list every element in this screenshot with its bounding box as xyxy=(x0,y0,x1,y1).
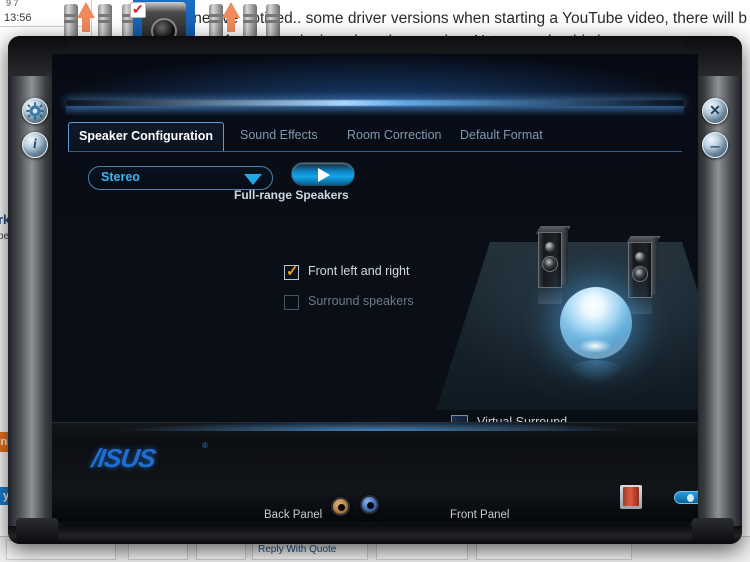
speaker-front-left-icon xyxy=(535,226,571,304)
tab-bar: Speaker Configuration Sound Effects Room… xyxy=(68,122,682,152)
orange-arrow-1 xyxy=(77,2,95,18)
asus-logo-registered: ® xyxy=(202,441,208,450)
background-top-number: 9 7 xyxy=(6,0,19,8)
tab-default-format-label: Default Format xyxy=(460,128,543,142)
play-icon xyxy=(318,168,330,182)
io-panel: /ISUS ® Back Panel Front Panel ANALOG DI… xyxy=(52,421,698,522)
settings-button[interactable] xyxy=(22,98,48,124)
tab-room-correction[interactable]: Room Correction xyxy=(337,122,451,151)
checkbox-front-box: ✓ xyxy=(284,263,299,280)
back-panel-label: Back Panel xyxy=(264,509,323,521)
speaker-room-preview xyxy=(392,184,698,414)
asus-logo: /ISUS xyxy=(89,443,158,473)
info-icon: i xyxy=(33,137,37,152)
asus-audio-center-window: Speaker Configuration Sound Effects Room… xyxy=(8,36,742,544)
back-blue-jack[interactable] xyxy=(360,495,379,514)
spdif-coax-icon[interactable] xyxy=(674,491,698,504)
orange-arrow-stem-2 xyxy=(227,16,235,32)
speaker-configuration-dropdown[interactable]: Stereo xyxy=(88,166,273,190)
background-time: 13:56 xyxy=(4,12,32,24)
back-orange-jack[interactable] xyxy=(331,497,350,516)
window-foot-left xyxy=(16,518,58,544)
orange-arrow-stem-1 xyxy=(82,16,90,32)
speaker-front-right-icon xyxy=(625,236,661,314)
window-foot-right xyxy=(692,518,734,544)
minimize-icon: – xyxy=(710,135,720,155)
test-play-button[interactable] xyxy=(291,162,355,186)
spdif-optical-icon[interactable] xyxy=(620,485,642,509)
tab-sound-effects[interactable]: Sound Effects xyxy=(230,122,328,151)
close-icon: ✕ xyxy=(709,103,721,119)
tab-default-format[interactable]: Default Format xyxy=(450,122,553,151)
tab-speaker-configuration[interactable]: Speaker Configuration xyxy=(68,122,225,151)
check-icon: ✓ xyxy=(286,263,299,280)
checkbox-surround-box xyxy=(284,295,299,310)
front-panel-label: Front Panel xyxy=(450,509,510,521)
screen-glow-bar-fade xyxy=(66,106,684,116)
minimize-button[interactable]: – xyxy=(702,132,728,158)
screen-top-glow xyxy=(52,54,698,100)
tab-speaker-configuration-label: Speaker Configuration xyxy=(79,129,214,143)
close-button[interactable]: ✕ xyxy=(702,98,728,124)
taskbar-reply-quote-label: Reply With Quote xyxy=(258,544,337,555)
full-range-speakers-label: Full-range Speakers xyxy=(234,188,349,202)
background-divider xyxy=(0,26,92,27)
window-chrome-bottom xyxy=(8,526,742,544)
listener-sphere-highlight xyxy=(578,339,612,353)
tab-sound-effects-label: Sound Effects xyxy=(240,128,318,142)
red-check-icon xyxy=(130,1,146,18)
listener-sphere-reflection xyxy=(568,360,624,382)
gear-icon xyxy=(26,102,44,120)
speaker-configuration-value: Stereo xyxy=(101,170,140,184)
chevron-down-icon xyxy=(244,174,262,185)
window-screen: Speaker Configuration Sound Effects Room… xyxy=(52,54,698,522)
info-button[interactable]: i xyxy=(22,132,48,158)
io-panel-glow xyxy=(112,421,638,431)
orange-arrow-2 xyxy=(222,2,240,18)
tab-room-correction-label: Room Correction xyxy=(347,128,442,142)
